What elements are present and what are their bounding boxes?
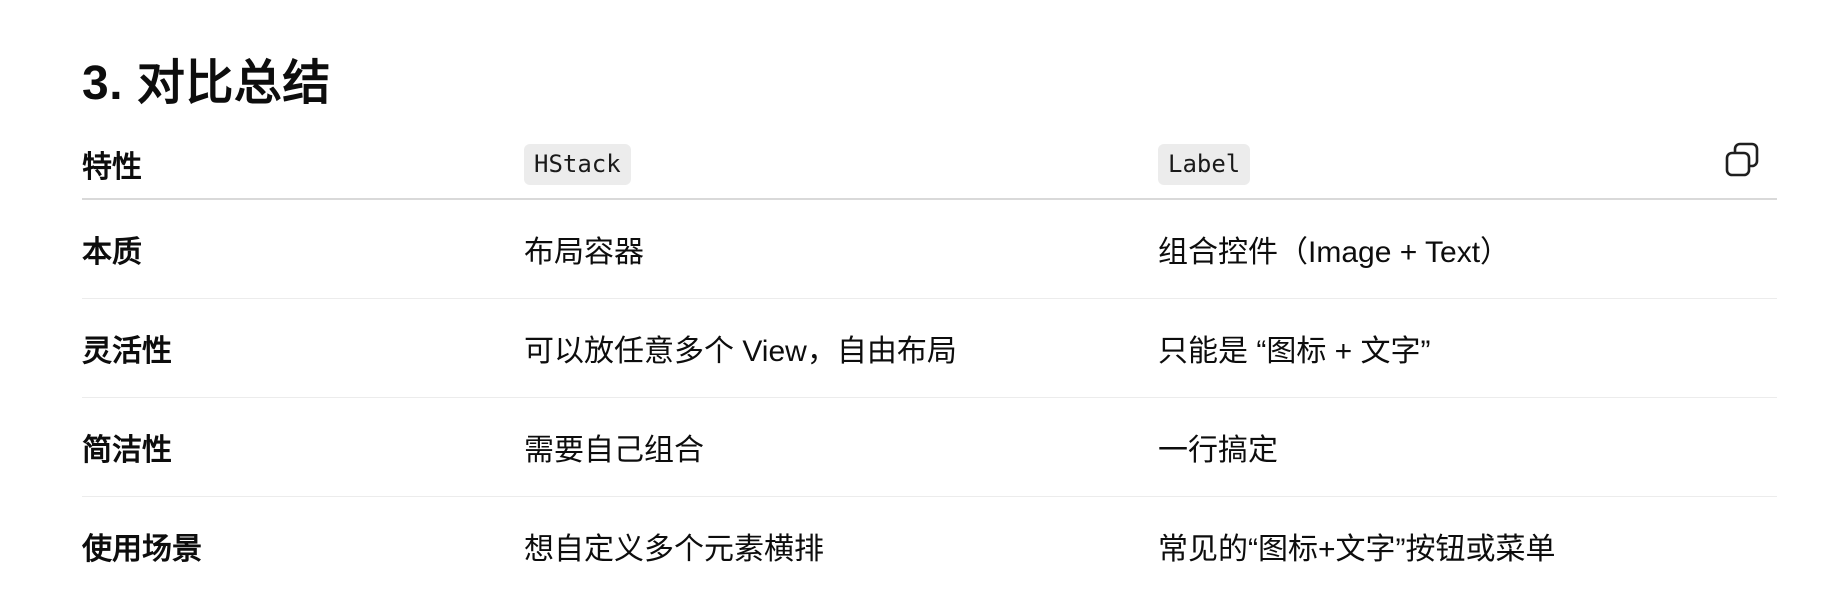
- copy-table-button[interactable]: [1722, 140, 1762, 180]
- row-hstack-cell: 布局容器: [524, 199, 1158, 299]
- table-row: 简洁性 需要自己组合 一行搞定: [82, 397, 1777, 497]
- row-hstack-cell: 需要自己组合: [524, 397, 1158, 497]
- label-code: Label: [1158, 143, 1251, 185]
- table-row: 本质 布局容器 组合控件（Image + Text）: [82, 199, 1777, 299]
- row-feature-cell: 简洁性: [82, 397, 524, 497]
- row-label-cell: 只能是 “图标 + 文字”: [1158, 298, 1777, 398]
- hstack-code: HStack: [524, 143, 631, 185]
- comparison-table: 特性 HStack Label 本质 布局容器 组合控件（Image + Tex…: [82, 130, 1777, 595]
- header-feature: 特性: [82, 130, 524, 200]
- table-row: 使用场景 想自定义多个元素横排 常见的“图标+文字”按钮或菜单: [82, 497, 1777, 596]
- row-hstack-cell: 可以放任意多个 View，自由布局: [524, 298, 1158, 398]
- table-row: 灵活性 可以放任意多个 View，自由布局 只能是 “图标 + 文字”: [82, 298, 1777, 398]
- row-label-cell: 常见的“图标+文字”按钮或菜单: [1158, 533, 1556, 566]
- comparison-table-container: 特性 HStack Label 本质 布局容器 组合控件（Image + Tex…: [82, 130, 1777, 595]
- row-label-cell: 一行搞定: [1158, 397, 1777, 497]
- copy-icon: [1725, 142, 1759, 177]
- row-label-cell: 组合控件（Image + Text）: [1158, 199, 1777, 299]
- row-feature-cell: 灵活性: [82, 298, 524, 398]
- header-hstack: HStack: [524, 130, 1158, 200]
- row-hstack-cell: 想自定义多个元素横排: [524, 533, 824, 566]
- table-header-row: 特性 HStack Label: [82, 130, 1777, 200]
- section-heading: 3. 对比总结: [82, 57, 331, 110]
- row-feature-cell: 本质: [82, 199, 524, 299]
- row-feature-cell: 使用场景: [82, 533, 202, 566]
- header-label: Label: [1158, 130, 1777, 200]
